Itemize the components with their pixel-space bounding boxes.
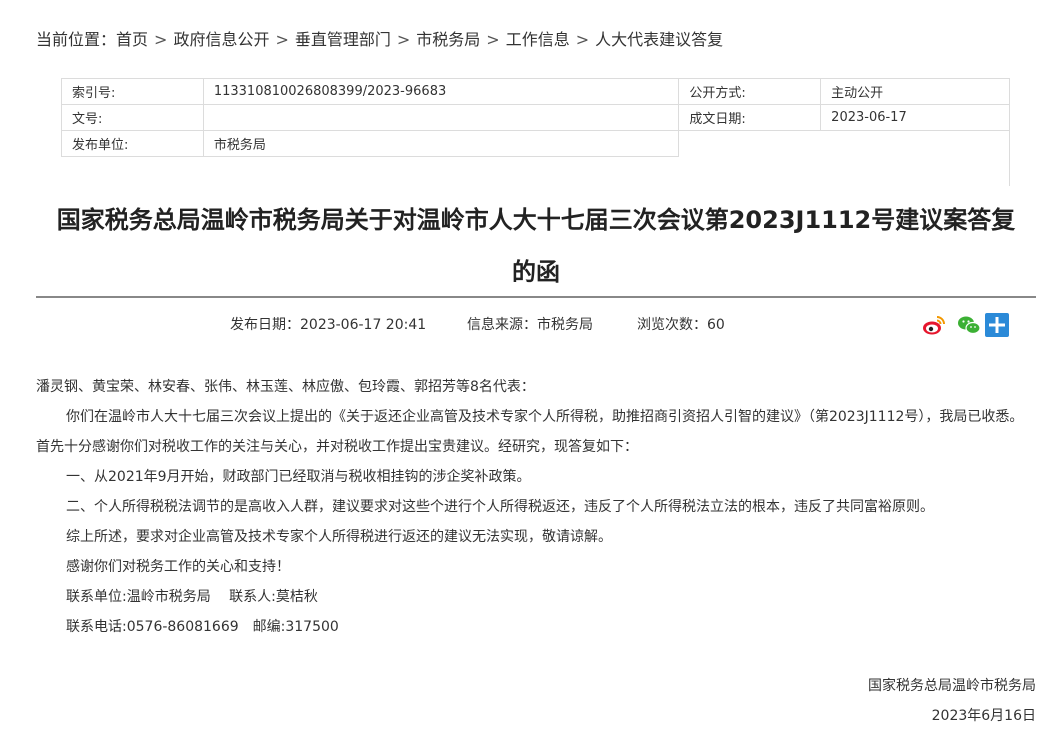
signature-date: 2023年6月16日: [931, 708, 1036, 724]
weibo-icon[interactable]: [922, 313, 946, 337]
breadcrumb-separator: >: [396, 30, 411, 49]
article-info-bar: 发布日期：2023-06-17 20:41 信息来源：市税务局 浏览次数：60: [0, 312, 1049, 338]
body-paragraph: 综上所述，要求对企业高管及技术专家个人所得税进行返还的建议无法实现，敬请谅解。: [66, 529, 612, 545]
meta-row: 文号: 成文日期: 2023-06-17: [61, 104, 1010, 131]
breadcrumb-link-npc-replies[interactable]: 人大代表建议答复: [595, 30, 723, 49]
contact-line: 联系单位:温岭市税务局 联系人:莫桔秋: [66, 589, 318, 605]
meta-label-date: 成文日期:: [678, 104, 822, 131]
article-title-line1: 国家税务总局温岭市税务局关于对温岭市人大十七届三次会议第2023J1112号建议…: [56, 206, 1016, 234]
meta-value-doc-no: [202, 104, 680, 131]
body-paragraph: 一、从2021年9月开始，财政部门已经取消与税收相挂钩的涉企奖补政策。: [66, 469, 531, 485]
breadcrumb-link-tax-bureau[interactable]: 市税务局: [416, 30, 480, 49]
meta-row: 索引号: 113310810026808399/2023-96683 公开方式:…: [61, 78, 1010, 105]
breadcrumb: 当前位置：首页 > 政府信息公开 > 垂直管理部门 > 市税务局 > 工作信息 > 人大代表建议答复: [36, 28, 723, 52]
meta-label-index: 索引号:: [61, 78, 204, 105]
breadcrumb-separator: >: [154, 30, 168, 49]
meta-row: 发布单位: 市税务局: [61, 130, 1010, 157]
breadcrumb-link-work-info[interactable]: 工作信息: [506, 30, 570, 49]
meta-value-date: 2023-06-17: [820, 104, 1010, 131]
meta-value-open-method: 主动公开: [820, 78, 1010, 105]
document-meta-table: 索引号: 113310810026808399/2023-96683 公开方式:…: [61, 78, 1010, 157]
view-count: 浏览次数：60: [637, 317, 725, 333]
meta-table-border: [1009, 78, 1010, 186]
info-source: 信息来源：市税务局: [467, 317, 593, 333]
wechat-icon[interactable]: [957, 313, 981, 337]
breadcrumb-separator: >: [486, 30, 500, 49]
article-title: 国家税务总局温岭市税务局关于对温岭市人大十七届三次会议第2023J1112号建议…: [36, 194, 1036, 298]
article-title-line2: 的函: [512, 258, 560, 286]
meta-value-index: 113310810026808399/2023-96683: [202, 78, 680, 105]
add-share-icon[interactable]: [985, 313, 1009, 337]
article-body: 潘灵钢、黄宝荣、林安春、张伟、林玉莲、林应傲、包玲霞、郭招芳等8名代表： 你们在…: [36, 372, 1036, 642]
body-paragraph: 二、个人所得税税法调节的是高收入人群，建议要求对这些个进行个人所得税返还，违反了…: [66, 499, 934, 515]
meta-empty-cell: [821, 131, 1010, 157]
breadcrumb-separator: >: [575, 30, 590, 49]
meta-label-open-method: 公开方式:: [678, 78, 822, 105]
breadcrumb-link-vertical-depts[interactable]: 垂直管理部门: [295, 30, 391, 49]
body-paragraph: 感谢你们对税务工作的关心和支持！: [66, 559, 290, 575]
meta-label-issuer: 发布单位:: [61, 130, 204, 157]
salutation: 潘灵钢、黄宝荣、林安春、张伟、林玉莲、林应傲、包玲霞、郭招芳等8名代表：: [36, 379, 535, 395]
meta-empty-cell: [679, 131, 821, 157]
breadcrumb-link-gov-info[interactable]: 政府信息公开: [173, 30, 269, 49]
title-divider: [36, 296, 1036, 298]
breadcrumb-separator: >: [275, 30, 289, 49]
meta-label-doc-no: 文号:: [61, 104, 204, 131]
signature-org: 国家税务总局温岭市税务局: [868, 678, 1036, 694]
breadcrumb-link-home[interactable]: 首页: [116, 30, 148, 49]
breadcrumb-prefix: 当前位置：: [36, 30, 117, 49]
contact-line: 联系电话:0576-86081669 邮编:317500: [66, 619, 339, 635]
meta-value-issuer: 市税务局: [202, 130, 680, 157]
body-paragraph: 你们在温岭市人大十七届三次会议上提出的《关于返还企业高管及技术专家个人所得税，助…: [36, 409, 1024, 455]
publish-date: 发布日期：2023-06-17 20:41: [230, 317, 427, 333]
